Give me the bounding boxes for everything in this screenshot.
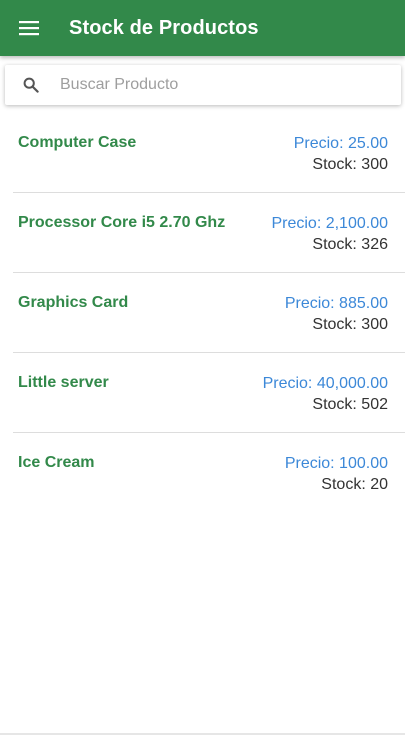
menu-button[interactable] (0, 0, 58, 56)
list-item[interactable]: Graphics Card Precio: 885.00 Stock: 300 (13, 273, 405, 353)
search-bar (5, 65, 401, 105)
product-details: Precio: 40,000.00 Stock: 502 (263, 373, 388, 415)
product-stock: Stock: 300 (312, 156, 388, 173)
product-name: Ice Cream (18, 454, 95, 471)
app-bar: Stock de Productos (0, 0, 405, 56)
product-stock: Stock: 326 (312, 236, 388, 253)
list-item[interactable]: Processor Core i5 2.70 Ghz Precio: 2,100… (13, 193, 405, 273)
product-list: Computer Case Precio: 25.00 Stock: 300 P… (13, 113, 405, 513)
product-name: Computer Case (18, 134, 137, 151)
product-name: Little server (18, 374, 109, 391)
page-title: Stock de Productos (69, 16, 259, 39)
product-name: Processor Core i5 2.70 Ghz (18, 214, 226, 231)
product-details: Precio: 25.00 Stock: 300 (294, 133, 388, 175)
product-price: Precio: 40,000.00 (262, 375, 388, 392)
search-input[interactable] (60, 70, 380, 100)
product-price: Precio: 885.00 (284, 295, 388, 312)
hamburger-menu-icon (19, 21, 39, 36)
product-stock: Stock: 502 (312, 396, 388, 413)
search-icon-container (5, 65, 57, 105)
product-price: Precio: 25.00 (293, 135, 388, 152)
list-item[interactable]: Ice Cream Precio: 100.00 Stock: 20 (13, 433, 405, 513)
product-price: Precio: 2,100.00 (271, 215, 388, 232)
product-details: Precio: 885.00 Stock: 300 (285, 293, 388, 335)
product-name: Graphics Card (18, 294, 129, 311)
product-details: Precio: 100.00 Stock: 20 (285, 453, 388, 495)
product-details: Precio: 2,100.00 Stock: 326 (271, 213, 388, 255)
list-item[interactable]: Computer Case Precio: 25.00 Stock: 300 (13, 113, 405, 193)
search-icon (23, 77, 39, 93)
product-price: Precio: 100.00 (284, 455, 388, 472)
product-stock: Stock: 300 (312, 316, 388, 333)
product-stock: Stock: 20 (321, 476, 388, 493)
list-item[interactable]: Little server Precio: 40,000.00 Stock: 5… (13, 353, 405, 433)
